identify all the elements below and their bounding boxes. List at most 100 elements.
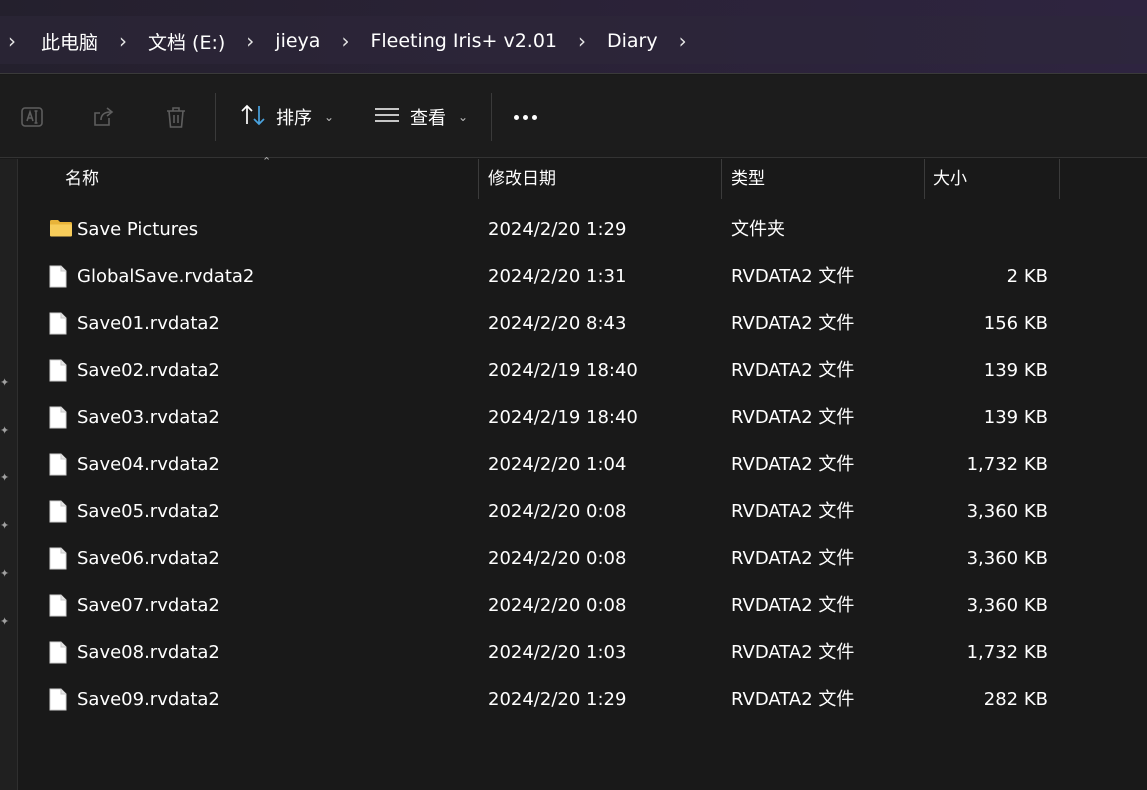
file-row[interactable]: Save01.rvdata2 2024/2/20 8:43 RVDATA2 文件 15… [19, 300, 1147, 347]
file-name: Save08.rvdata2 [77, 642, 220, 663]
file-row[interactable]: Save07.rvdata2 2024/2/20 0:08 RVDATA2 文件 3,… [19, 582, 1147, 629]
file-row[interactable]: Save Pictures 2024/2/20 1:29 文件夹 [19, 206, 1147, 253]
file-modified-date: 2024/2/20 1:03 [488, 642, 627, 663]
breadcrumb-item-this-pc[interactable]: 此电脑 [24, 28, 111, 55]
pin-icon[interactable]: ✦ [0, 377, 10, 389]
breadcrumb-item-drive[interactable]: 文档 (E:) [135, 28, 238, 55]
file-row[interactable]: Save09.rvdata2 2024/2/20 1:29 RVDATA2 文件 28… [19, 676, 1147, 723]
address-bar: › 此电脑 › 文档 (E:) › jieya › Fleeting Iris+… [0, 0, 1147, 74]
column-header-date[interactable]: 修改日期 [488, 159, 556, 199]
pin-icon[interactable]: ✦ [0, 472, 10, 484]
breadcrumb-chevron-icon[interactable]: › [570, 29, 594, 53]
file-size: 282 KB [983, 689, 1048, 710]
breadcrumb-chevron-icon[interactable]: › [238, 29, 262, 53]
navigation-pane[interactable]: ✦ ✦ ✦ ✦ ✦ ✦ [0, 159, 18, 790]
file-icon [49, 641, 69, 665]
breadcrumb-chevron-icon[interactable]: › [671, 29, 695, 53]
file-size: 1,732 KB [966, 642, 1048, 663]
view-list-icon [374, 105, 400, 130]
file-modified-date: 2024/2/20 0:08 [488, 595, 627, 616]
column-resize-handle[interactable] [1059, 159, 1060, 199]
breadcrumb-chevron-icon[interactable]: › [0, 29, 24, 53]
pin-icon[interactable]: ✦ [0, 616, 10, 628]
file-modified-date: 2024/2/20 0:08 [488, 501, 627, 522]
file-row[interactable]: Save06.rvdata2 2024/2/20 0:08 RVDATA2 文件 3,… [19, 535, 1147, 582]
file-modified-date: 2024/2/20 1:29 [488, 219, 627, 240]
file-size: 156 KB [983, 313, 1048, 334]
file-modified-date: 2024/2/20 1:04 [488, 454, 627, 475]
file-modified-date: 2024/2/19 18:40 [488, 360, 638, 381]
column-header: ⌃ 名称 修改日期 类型 大小 [19, 155, 1147, 199]
file-row[interactable]: Save05.rvdata2 2024/2/20 0:08 RVDATA2 文件 3,… [19, 488, 1147, 535]
file-row[interactable]: Save02.rvdata2 2024/2/19 18:40 RVDATA2 文件 1… [19, 347, 1147, 394]
breadcrumb-item-jieya[interactable]: jieya [262, 30, 333, 52]
column-header-name[interactable]: 名称 [65, 159, 99, 199]
file-size: 3,360 KB [966, 501, 1048, 522]
rename-icon[interactable] [18, 103, 46, 131]
breadcrumb-chevron-icon[interactable]: › [111, 29, 135, 53]
file-icon [49, 688, 69, 712]
file-size: 3,360 KB [966, 548, 1048, 569]
folder-icon [49, 218, 72, 242]
file-type: RVDATA2 文件 [731, 360, 855, 381]
delete-icon[interactable] [162, 103, 190, 131]
file-type: RVDATA2 文件 [731, 501, 855, 522]
file-type: RVDATA2 文件 [731, 689, 855, 710]
file-row[interactable]: Save04.rvdata2 2024/2/20 1:04 RVDATA2 文件 1,… [19, 441, 1147, 488]
file-modified-date: 2024/2/20 0:08 [488, 548, 627, 569]
file-name: Save Pictures [77, 219, 199, 240]
file-name: Save07.rvdata2 [77, 595, 220, 616]
file-type: RVDATA2 文件 [731, 454, 855, 475]
file-name: Save06.rvdata2 [77, 548, 220, 569]
file-type: RVDATA2 文件 [731, 642, 855, 663]
chevron-down-icon: ⌄ [458, 110, 469, 124]
view-button[interactable]: 查看 ⌄ [374, 101, 468, 133]
file-size: 2 KB [1006, 266, 1048, 287]
more-icon[interactable] [514, 115, 537, 120]
file-modified-date: 2024/2/19 18:40 [488, 407, 638, 428]
file-modified-date: 2024/2/20 1:31 [488, 266, 627, 287]
sort-button[interactable]: 排序 ⌄ [240, 101, 334, 133]
file-row[interactable]: Save03.rvdata2 2024/2/19 18:40 RVDATA2 文件 1… [19, 394, 1147, 441]
breadcrumb-item-game[interactable]: Fleeting Iris+ v2.01 [357, 30, 570, 52]
file-name: Save04.rvdata2 [77, 454, 220, 475]
file-icon [49, 453, 69, 477]
file-icon [49, 265, 69, 289]
file-name: Save03.rvdata2 [77, 407, 220, 428]
toolbar-divider [491, 93, 492, 141]
file-type: RVDATA2 文件 [731, 548, 855, 569]
file-type: RVDATA2 文件 [731, 266, 855, 287]
command-bar: 排序 ⌄ 查看 ⌄ [0, 75, 1147, 158]
file-icon [49, 312, 69, 336]
sort-ascending-icon: ⌃ [262, 155, 272, 168]
column-resize-handle[interactable] [478, 159, 479, 199]
file-name: GlobalSave.rvdata2 [77, 266, 255, 287]
pin-icon[interactable]: ✦ [0, 425, 10, 437]
pin-icon[interactable]: ✦ [0, 520, 10, 532]
column-header-type[interactable]: 类型 [731, 159, 765, 199]
breadcrumb-chevron-icon[interactable]: › [333, 29, 357, 53]
file-row[interactable]: Save08.rvdata2 2024/2/20 1:03 RVDATA2 文件 1,… [19, 629, 1147, 676]
file-name: Save01.rvdata2 [77, 313, 220, 334]
file-type: RVDATA2 文件 [731, 313, 855, 334]
breadcrumb-item-diary[interactable]: Diary [594, 30, 671, 52]
column-resize-handle[interactable] [924, 159, 925, 199]
column-header-size[interactable]: 大小 [933, 159, 967, 199]
column-resize-handle[interactable] [721, 159, 722, 199]
file-icon [49, 500, 69, 524]
view-label: 查看 [410, 108, 446, 129]
toolbar-divider [215, 93, 216, 141]
file-size: 3,360 KB [966, 595, 1048, 616]
file-type: RVDATA2 文件 [731, 407, 855, 428]
file-size: 139 KB [983, 407, 1048, 428]
file-modified-date: 2024/2/20 1:29 [488, 689, 627, 710]
breadcrumb: › 此电脑 › 文档 (E:) › jieya › Fleeting Iris+… [0, 17, 695, 65]
chevron-down-icon: ⌄ [324, 110, 335, 124]
file-row[interactable]: GlobalSave.rvdata2 2024/2/20 1:31 RVDATA2 … [19, 253, 1147, 300]
pin-icon[interactable]: ✦ [0, 568, 10, 580]
file-icon [49, 594, 69, 618]
file-name: Save02.rvdata2 [77, 360, 220, 381]
share-icon[interactable] [90, 103, 118, 131]
file-icon [49, 547, 69, 571]
file-name: Save09.rvdata2 [77, 689, 220, 710]
